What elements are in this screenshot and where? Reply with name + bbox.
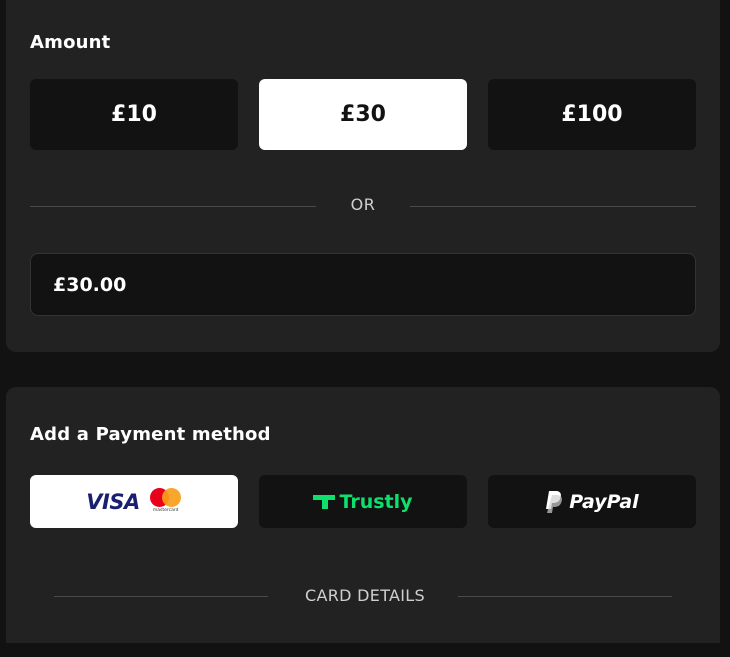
custom-amount-value: £30.00	[53, 273, 127, 296]
trustly-label: Trustly	[339, 490, 413, 513]
amount-panel: Amount £10 £30 £100 OR £30.00	[6, 0, 720, 352]
payment-title: Add a Payment method	[30, 424, 271, 445]
or-label: OR	[350, 195, 376, 214]
amount-option-label: £30	[340, 102, 386, 127]
amount-option-label: £10	[111, 102, 157, 127]
visa-mastercard-button[interactable]: VISA mastercard	[30, 475, 238, 528]
or-divider-right	[410, 206, 696, 207]
amount-option-label: £100	[561, 102, 623, 127]
trustly-button[interactable]: Trustly	[259, 475, 467, 528]
amount-option-30[interactable]: £30	[259, 79, 467, 150]
card-details-divider-right	[458, 596, 672, 597]
trustly-logo-icon	[313, 494, 336, 509]
paypal-button[interactable]: PayPal	[488, 475, 696, 528]
visa-logo: VISA	[86, 489, 140, 514]
paypal-logo-icon	[546, 490, 563, 513]
amount-option-10[interactable]: £10	[30, 79, 238, 150]
amount-option-100[interactable]: £100	[488, 79, 696, 150]
mastercard-logo-text: mastercard	[152, 507, 179, 513]
amount-title: Amount	[30, 32, 111, 53]
custom-amount-input[interactable]: £30.00	[30, 253, 696, 316]
paypal-label: PayPal	[569, 490, 639, 513]
mastercard-logo-icon: mastercard	[149, 487, 182, 516]
